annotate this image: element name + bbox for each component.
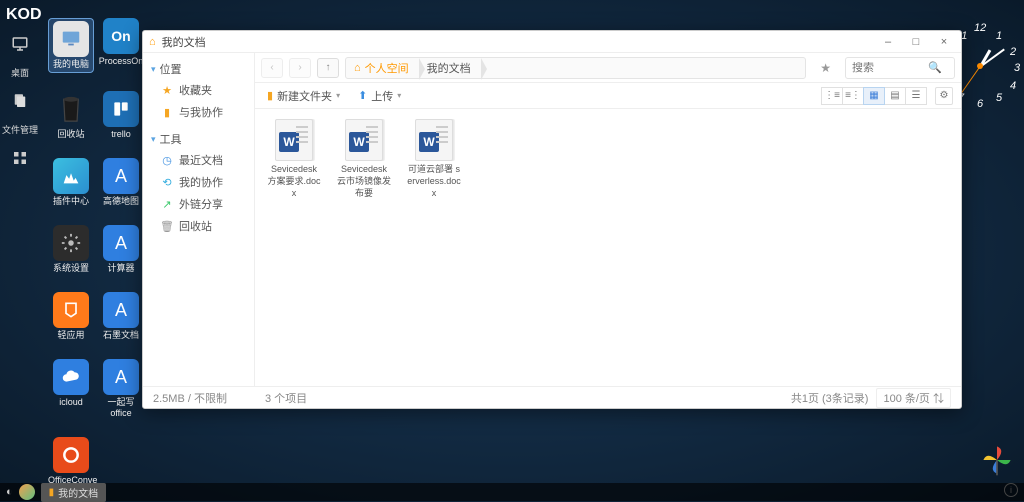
search-icon: 🔍: [928, 61, 942, 74]
dock-desktop-label: 桌面: [11, 66, 29, 79]
nav-back-button[interactable]: ‹: [261, 58, 283, 78]
caret-down-icon: ▾: [397, 91, 401, 100]
desktop-icon-processon[interactable]: On ProcessOn: [98, 18, 144, 73]
file-item[interactable]: W Sevicedesk 云市场镜像发布要: [337, 119, 391, 376]
dock-files[interactable]: [8, 89, 32, 113]
caret-icon: ⇅: [933, 393, 944, 405]
sidebar-item-favorites[interactable]: ★ 收藏夹: [143, 79, 254, 101]
desktop-icon-my-computer[interactable]: 我的电脑: [48, 18, 94, 73]
dock-apps[interactable]: [8, 146, 32, 170]
favorite-toggle[interactable]: ★: [812, 61, 839, 75]
view-details[interactable]: ☰: [905, 87, 927, 105]
word-doc-icon: W: [345, 119, 383, 161]
desktop-icon-recycle[interactable]: 回收站: [48, 91, 94, 140]
dock-desktop[interactable]: [8, 32, 32, 56]
file-item[interactable]: W 可道云部署 serverless.docx: [407, 119, 461, 376]
view-list-right[interactable]: ≡⋮: [842, 87, 864, 105]
main-panel: ‹ › ↑ ⌂ 个人空间 我的文档 ★ 🔍: [255, 53, 961, 386]
view-toggles: ⋮≡ ≡⋮ ▦ ▤ ☰ ⚙: [822, 87, 953, 105]
desktop-icon-yike-office[interactable]: A 一起写 office: [98, 359, 144, 419]
taskbar-item-documents[interactable]: ▮ 我的文档: [41, 483, 107, 502]
search-input[interactable]: [852, 62, 924, 74]
crumb-my-docs[interactable]: 我的文档: [419, 58, 481, 78]
pinwheel-icon[interactable]: [980, 443, 1014, 477]
view-settings[interactable]: ⚙: [935, 87, 953, 105]
desktop-icon-system-settings[interactable]: 系统设置: [48, 225, 94, 274]
crumb-personal-space[interactable]: ⌂ 个人空间: [346, 58, 419, 78]
trash-icon: 🗑: [161, 220, 173, 232]
sidebar-item-recent[interactable]: ◷ 最近文档: [143, 149, 254, 171]
dock-files-label: 文件管理: [2, 123, 38, 136]
statusbar: 2.5MB / 不限制 3 个项目 共1页 (3条记录) 100 条/页 ⇅: [143, 386, 961, 408]
status-per-page[interactable]: 100 条/页 ⇅: [876, 388, 951, 408]
sidebar: ▾ 位置 ★ 收藏夹 ▮ 与我协作 ▾ 工具 ◷: [143, 53, 255, 386]
file-area[interactable]: W Sevicedesk 方案要求.docx W Sevicedesk 云市场镜…: [255, 109, 961, 386]
sidebar-item-my-shares[interactable]: ⟲ 我的协作: [143, 171, 254, 193]
desktop-icon-gaode-map[interactable]: A 高德地图: [98, 158, 144, 207]
toolbar: ▮ 新建文件夹 ▾ ⬆ 上传 ▾ ⋮≡ ≡⋮ ▦ ▤ ☰ ⚙: [255, 83, 961, 109]
taskbar: ◐ ▮ 我的文档: [0, 483, 1024, 501]
desktop-icon-shimo-docs[interactable]: A 石墨文档: [98, 292, 144, 341]
folder-plus-icon: ▮: [267, 89, 273, 102]
file-item[interactable]: W Sevicedesk 方案要求.docx: [267, 119, 321, 376]
star-icon: ★: [161, 84, 173, 96]
chevron-down-icon: ▾: [151, 134, 156, 145]
nav-forward-button[interactable]: ›: [289, 58, 311, 78]
minimize-button[interactable]: –: [877, 31, 899, 53]
window-title: 我的文档: [162, 34, 871, 50]
desktop-icon-light-app[interactable]: 轻应用: [48, 292, 94, 341]
sidebar-item-shared-with-me[interactable]: ▮ 与我协作: [143, 101, 254, 123]
view-grid-large[interactable]: ▦: [863, 87, 885, 105]
upload-button[interactable]: ⬆ 上传 ▾: [354, 86, 405, 106]
folder-icon: ▮: [49, 487, 55, 498]
caret-down-icon: ▾: [336, 91, 340, 100]
brand-logo: KOD: [6, 6, 42, 24]
start-icon[interactable]: ◐: [6, 486, 13, 498]
word-doc-icon: W: [415, 119, 453, 161]
close-button[interactable]: ×: [933, 31, 955, 53]
new-folder-button[interactable]: ▮ 新建文件夹 ▾: [263, 86, 344, 106]
chevron-down-icon: ▾: [151, 64, 156, 75]
status-summary: 共1页 (3条记录): [791, 390, 869, 406]
file-manager-window: ⌂ 我的文档 – □ × ▾ 位置 ★ 收藏夹 ▮ 与我协作: [142, 30, 962, 409]
status-count: 3 个项目: [265, 390, 307, 406]
desktop-icon-trello[interactable]: trello: [98, 91, 144, 140]
user-avatar[interactable]: [19, 484, 35, 500]
sidebar-item-external-links[interactable]: ↗ 外链分享: [143, 193, 254, 215]
maximize-button[interactable]: □: [905, 31, 927, 53]
search-box[interactable]: 🔍: [845, 57, 955, 79]
upload-icon: ⬆: [358, 89, 367, 102]
desktop-icon-icloud[interactable]: icloud: [48, 359, 94, 419]
home-icon: ⌂: [354, 62, 361, 74]
nav-up-button[interactable]: ↑: [317, 58, 339, 78]
sidebar-item-recycle[interactable]: 🗑 回收站: [143, 215, 254, 237]
sidebar-group-tools[interactable]: ▾ 工具: [143, 129, 254, 149]
dock: 桌面 文件管理: [0, 28, 40, 170]
sidebar-group-location[interactable]: ▾ 位置: [143, 59, 254, 79]
status-quota: 2.5MB / 不限制: [153, 390, 265, 406]
clock-icon: ◷: [161, 154, 173, 166]
link-icon: ↗: [161, 198, 173, 210]
titlebar[interactable]: ⌂ 我的文档 – □ ×: [143, 31, 961, 53]
folder-icon: ▮: [161, 106, 173, 118]
view-grid-small[interactable]: ▤: [884, 87, 906, 105]
home-icon: ⌂: [149, 36, 156, 48]
view-list-left[interactable]: ⋮≡: [821, 87, 843, 105]
desktop-icon-calculator[interactable]: A 计算器: [98, 225, 144, 274]
word-doc-icon: W: [275, 119, 313, 161]
desktop-icon-plugin-center[interactable]: 插件中心: [48, 158, 94, 207]
navbar: ‹ › ↑ ⌂ 个人空间 我的文档 ★ 🔍: [255, 53, 961, 83]
breadcrumb: ⌂ 个人空间 我的文档: [345, 57, 806, 79]
share-icon: ⟲: [161, 176, 173, 188]
desktop-icons: 我的电脑 On ProcessOn 回收站 trello 插件中心 A 高德地图…: [48, 18, 144, 497]
